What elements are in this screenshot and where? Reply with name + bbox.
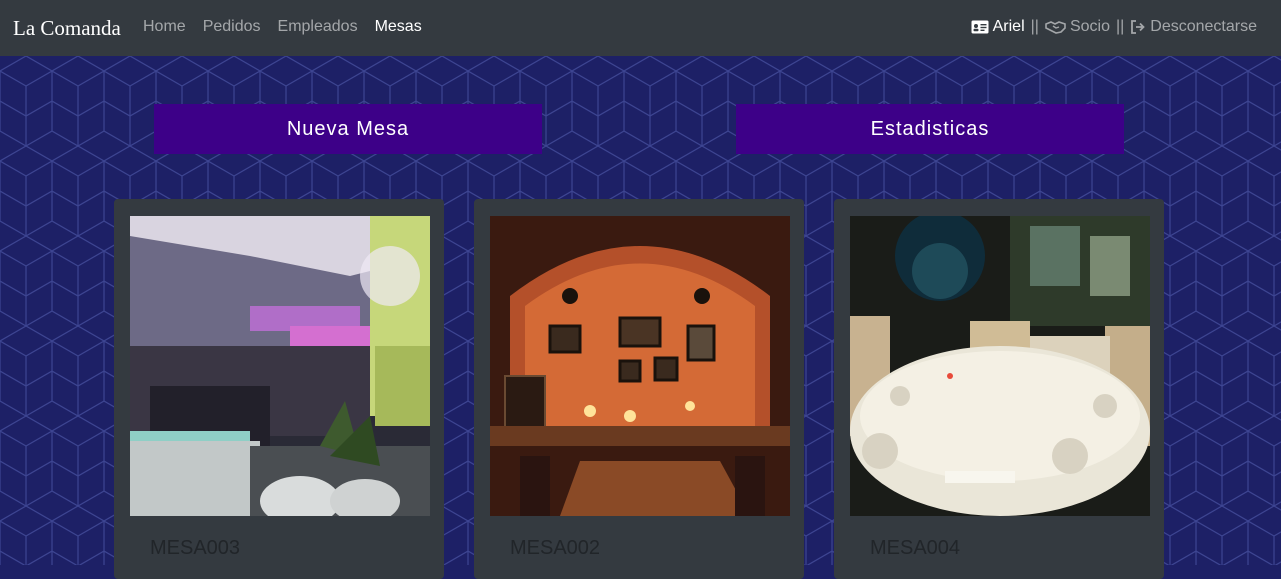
table-card[interactable]: MESA003 — [114, 199, 444, 579]
table-code: MESA003 — [150, 537, 241, 559]
role-link[interactable]: Socio — [1045, 18, 1110, 36]
table-code: MESA004 — [870, 537, 961, 559]
role-label: Socio — [1069, 18, 1110, 35]
handshake-icon — [1045, 21, 1066, 34]
table-card[interactable]: MESA002 — [474, 199, 804, 579]
id-card-icon — [971, 20, 989, 34]
new-table-button[interactable]: Nueva Mesa — [154, 104, 542, 154]
separator: || — [1115, 18, 1125, 35]
table-photo — [130, 216, 430, 516]
table-code: MESA002 — [510, 537, 601, 559]
statistics-button[interactable]: Estadisticas — [736, 104, 1124, 154]
table-photo — [490, 216, 790, 516]
nav-user-area: Ariel || Socio || Desconectarse — [971, 18, 1257, 36]
logout-label: Desconectarse — [1150, 18, 1257, 35]
brand[interactable]: La Comanda — [13, 16, 121, 41]
user-name: Ariel — [992, 18, 1025, 35]
navbar: La Comanda Home Pedidos Empleados Mesas … — [0, 0, 1281, 56]
nav-link-pedidos[interactable]: Pedidos — [203, 18, 261, 36]
nav-link-empleados[interactable]: Empleados — [278, 18, 358, 36]
separator: || — [1030, 18, 1039, 35]
logout-link[interactable]: Desconectarse — [1130, 18, 1257, 36]
logout-icon — [1131, 20, 1146, 34]
table-card[interactable]: MESA004 — [834, 199, 1164, 579]
nav-link-home[interactable]: Home — [143, 18, 186, 36]
table-photo — [850, 216, 1150, 516]
nav-links: Home Pedidos Empleados Mesas — [143, 18, 439, 36]
user-profile-link[interactable]: Ariel — [971, 18, 1025, 36]
nav-link-mesas[interactable]: Mesas — [375, 18, 422, 36]
